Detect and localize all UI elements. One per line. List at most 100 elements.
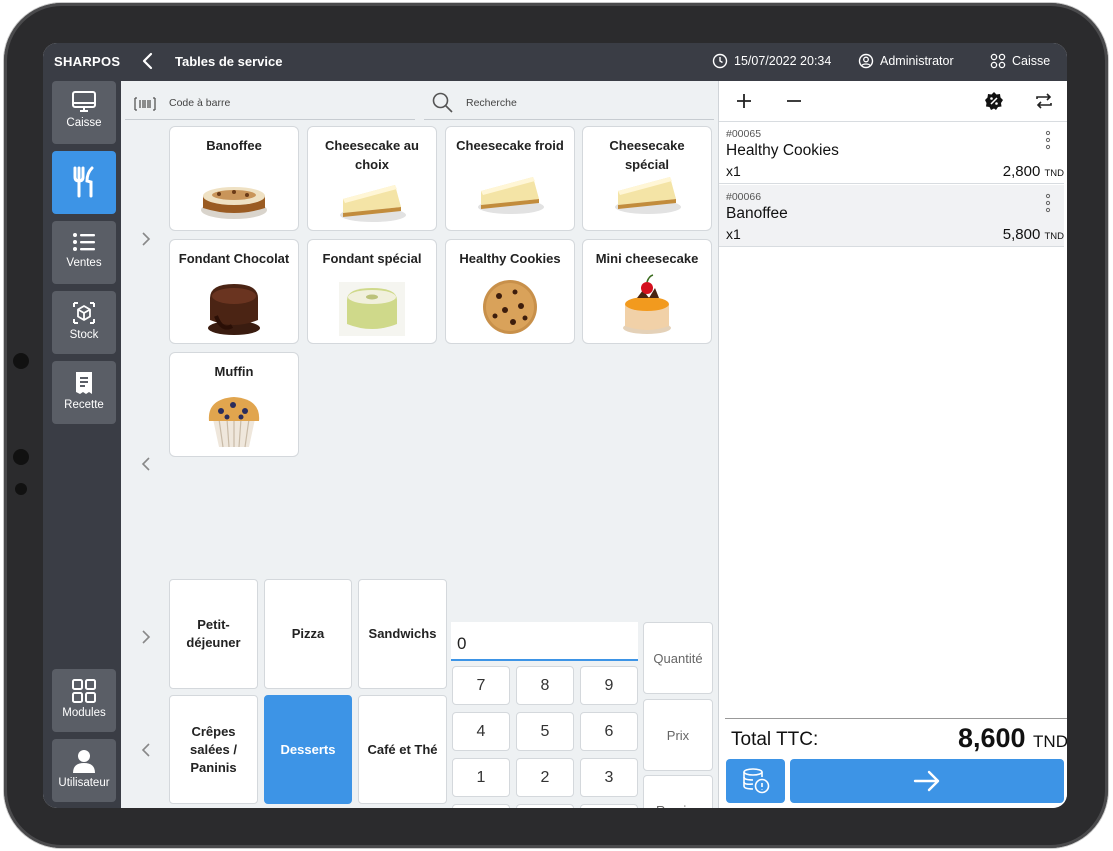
order-line-currency: TND [1044,168,1064,179]
category-crepes-paninis[interactable]: Crêpes salées / Paninis [169,695,258,804]
order-line-name: Healthy Cookies [726,142,839,159]
order-line-number: #00065 [726,128,762,140]
sidebar-item-caisse[interactable]: Caisse [52,81,116,144]
keypad-input[interactable] [451,622,638,661]
mode-quantite-button[interactable]: Quantité [643,622,713,694]
discount-badge-icon[interactable] [984,91,1004,111]
key-3[interactable]: 3 [580,758,638,797]
sidebar-item-stock[interactable]: Stock [52,291,116,354]
key-1[interactable]: 1 [452,758,510,797]
sidebar-item-recette[interactable]: Recette [52,361,116,424]
mini-cheesecake-icon [623,274,671,334]
sidebar-item-label: Stock [69,329,99,341]
key-5[interactable]: 5 [516,712,574,751]
sidebar-item-label: Utilisateur [58,777,110,789]
key-8[interactable]: 8 [516,666,574,705]
key-4[interactable]: 4 [452,712,510,751]
total-amount: 8,600 TND [958,723,1067,754]
register-menu[interactable]: Caisse [990,53,1050,69]
box-icon [73,302,95,324]
category-petit-dejeuner[interactable]: Petit- déjeuner [169,579,258,689]
product-card[interactable]: Fondant Chocolat [169,239,299,344]
categories-prev-button[interactable] [139,742,153,758]
order-line-number: #00066 [726,191,762,203]
categories-next-button[interactable] [139,629,153,645]
sidebar-item-restaurant[interactable] [52,151,116,214]
monitor-icon [72,91,96,112]
product-card[interactable]: Cheesecake au choix [307,126,437,231]
order-line-qty: x1 [726,163,741,179]
tablet-button [13,353,29,369]
product-card[interactable]: Mini cheesecake [582,239,712,344]
product-name: Healthy Cookies [459,251,561,266]
barcode-icon [134,97,156,111]
chevron-left-icon [141,457,150,471]
bundt-cake-icon [339,282,405,336]
barcode-field[interactable]: Code à barre [125,89,415,120]
products-prev-button[interactable] [139,456,153,472]
datetime-text: 15/07/2022 20:34 [734,54,832,68]
top-bar: SHARPOS Tables de service 15/07/2022 20:… [43,43,1067,81]
arrow-right-icon [913,770,940,792]
product-name: Mini cheesecake [595,251,699,266]
key-6[interactable]: 6 [580,712,638,751]
kebab-menu-icon[interactable] [1044,192,1052,214]
barcode-label: Code à barre [169,97,231,109]
order-pane: #00065 Healthy Cookies x1 2,800 TND #000… [718,81,1067,808]
main-pane: Code à barre Recherche Banoffee Cheeseca… [121,81,718,808]
product-name: Fondant spécial [322,251,422,266]
pie-icon [201,187,267,219]
product-name: Banoffee [206,138,262,153]
search-label: Recherche [466,97,517,109]
order-line[interactable]: #00066 Banoffee x1 5,800 TND [719,185,1064,247]
back-button[interactable] [139,50,157,72]
product-card[interactable]: Muffin [169,352,299,457]
plus-icon[interactable] [735,92,753,110]
grid-icon [72,679,96,703]
key-9[interactable]: 9 [580,666,638,705]
sidebar-item-ventes[interactable]: Ventes [52,221,116,284]
cheesecake-icon [615,177,681,214]
category-pizza[interactable]: Pizza [264,579,352,689]
muffin-icon [208,397,260,448]
order-line-price: 2,800 TND [1003,163,1064,180]
checkout-button[interactable] [790,759,1064,803]
brand-logo: SHARPOS [54,54,121,69]
product-card[interactable]: Fondant spécial [307,239,437,344]
key-0[interactable]: 0 [516,804,574,808]
total-value: 8,600 [957,723,1026,753]
total-currency: TND [1033,732,1067,751]
order-line-currency: TND [1044,231,1064,242]
category-sandwichs[interactable]: Sandwichs [358,579,447,689]
product-card[interactable]: Banoffee [169,126,299,231]
sidebar-item-utilisateur[interactable]: Utilisateur [52,739,116,802]
product-card[interactable]: Cheesecake froid [445,126,575,231]
search-icon [432,92,453,113]
key-comma[interactable]: , [452,804,510,808]
products-next-button[interactable] [139,231,153,247]
product-card[interactable]: Healthy Cookies [445,239,575,344]
transfer-icon[interactable] [1034,91,1054,111]
mode-prix-button[interactable]: Prix [643,699,713,771]
sidebar-item-label: Caisse [66,117,102,129]
tablet-button [15,483,27,495]
order-line-amount: 5,800 [1002,226,1041,243]
backspace-button[interactable] [580,804,638,808]
search-field[interactable]: Recherche [424,89,714,120]
mode-remise-button[interactable]: Remise [643,775,713,808]
order-line[interactable]: #00065 Healthy Cookies x1 2,800 TND [719,122,1064,184]
cash-drawer-button[interactable] [726,759,785,803]
user-icon [73,750,95,773]
key-2[interactable]: 2 [516,758,574,797]
chevron-left-icon [142,52,153,70]
kebab-menu-icon[interactable] [1044,129,1052,151]
product-card[interactable]: Cheesecake spécial [582,126,712,231]
receipt-icon [76,372,92,394]
minus-icon[interactable] [785,92,803,110]
category-cafe-the[interactable]: Café et Thé [358,695,447,804]
user-menu[interactable]: Administrator [858,53,954,69]
category-desserts[interactable]: Desserts [264,695,352,804]
user-circle-icon [858,53,874,69]
sidebar-item-modules[interactable]: Modules [52,669,116,732]
key-7[interactable]: 7 [452,666,510,705]
